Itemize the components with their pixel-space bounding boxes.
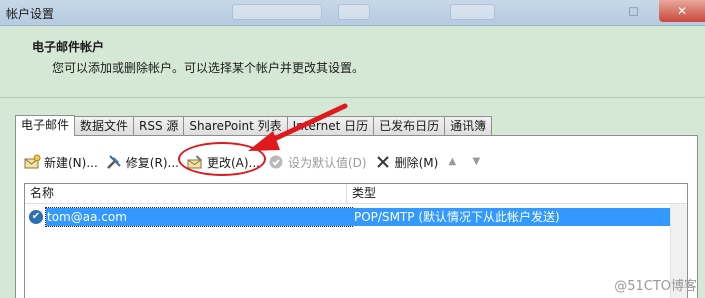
section-description: 您可以添加或删除帐户。可以选择某个帐户并更改其设置。 bbox=[52, 61, 365, 75]
account-settings-header: 电子邮件帐户 您可以添加或删除帐户。可以选择某个帐户并更改其设置。 bbox=[0, 26, 705, 98]
background-window-ghost bbox=[338, 4, 370, 20]
column-header-name[interactable]: 名称 bbox=[25, 184, 347, 203]
column-header-type[interactable]: 类型 bbox=[347, 184, 687, 203]
set-default-label: 设为默认值(D) bbox=[287, 155, 367, 170]
tab-published-calendars[interactable]: 已发布日历 bbox=[373, 116, 446, 136]
remove-label: 删除(M) bbox=[394, 155, 439, 170]
remove-x-icon bbox=[375, 154, 392, 170]
tab-internet-calendars[interactable]: Internet 日历 bbox=[286, 116, 375, 136]
close-button[interactable]: ✕ bbox=[659, 0, 705, 22]
new-account-icon bbox=[24, 154, 41, 170]
background-window-ghost bbox=[450, 4, 495, 20]
move-down-icon[interactable]: ▼ bbox=[470, 154, 482, 170]
account-type-cell: POP/SMTP (默认情况下从此帐户发送) bbox=[352, 208, 670, 226]
new-account-label: 新建(N)... bbox=[44, 155, 98, 170]
repair-button[interactable]: 修复(R)... bbox=[106, 152, 179, 172]
tab-address-books[interactable]: 通讯簿 bbox=[444, 116, 493, 136]
repair-tools-icon bbox=[106, 154, 123, 170]
tab-rss-feeds[interactable]: RSS 源 bbox=[133, 116, 185, 136]
new-account-button[interactable]: 新建(N)... bbox=[24, 152, 98, 172]
tab-email[interactable]: 电子邮件 bbox=[15, 115, 76, 136]
move-up-icon[interactable]: ▲ bbox=[446, 154, 458, 170]
remove-button[interactable]: 删除(M) bbox=[375, 152, 439, 172]
tab-sharepoint-lists[interactable]: SharePoint 列表 bbox=[183, 116, 288, 136]
window-title: 帐户设置 bbox=[6, 7, 55, 21]
account-list: 名称 类型 ✔ tom@aa.com POP/SMTP (默认情况下从此帐户发送… bbox=[24, 183, 688, 298]
tab-data-files[interactable]: 数据文件 bbox=[74, 116, 135, 136]
annotation-ellipse bbox=[178, 142, 266, 176]
email-tab-panel: 新建(N)... 修复(R)... 更改(A)... 设为默认值(D) 删除(M… bbox=[15, 135, 698, 298]
background-window-ghost bbox=[232, 4, 322, 20]
title-bar: 帐户设置 ◻ ✕ bbox=[0, 0, 705, 26]
list-header: 名称 类型 bbox=[25, 184, 687, 204]
repair-label: 修复(R)... bbox=[125, 155, 179, 170]
tab-strip: 电子邮件 数据文件 RSS 源 SharePoint 列表 Internet 日… bbox=[15, 115, 493, 136]
account-name-cell: tom@aa.com bbox=[45, 207, 353, 227]
default-account-check-icon: ✔ bbox=[29, 210, 43, 224]
main-content: 电子邮件 数据文件 RSS 源 SharePoint 列表 Internet 日… bbox=[0, 98, 705, 298]
watermark: @51CTO博客 bbox=[614, 279, 697, 294]
section-title: 电子邮件帐户 bbox=[32, 40, 105, 54]
set-default-button[interactable]: 设为默认值(D) bbox=[268, 152, 367, 172]
table-row[interactable]: ✔ tom@aa.com POP/SMTP (默认情况下从此帐户发送) bbox=[27, 207, 670, 227]
set-default-check-icon bbox=[268, 154, 285, 170]
minimize-ghost-icon: ◻ bbox=[628, 4, 639, 19]
